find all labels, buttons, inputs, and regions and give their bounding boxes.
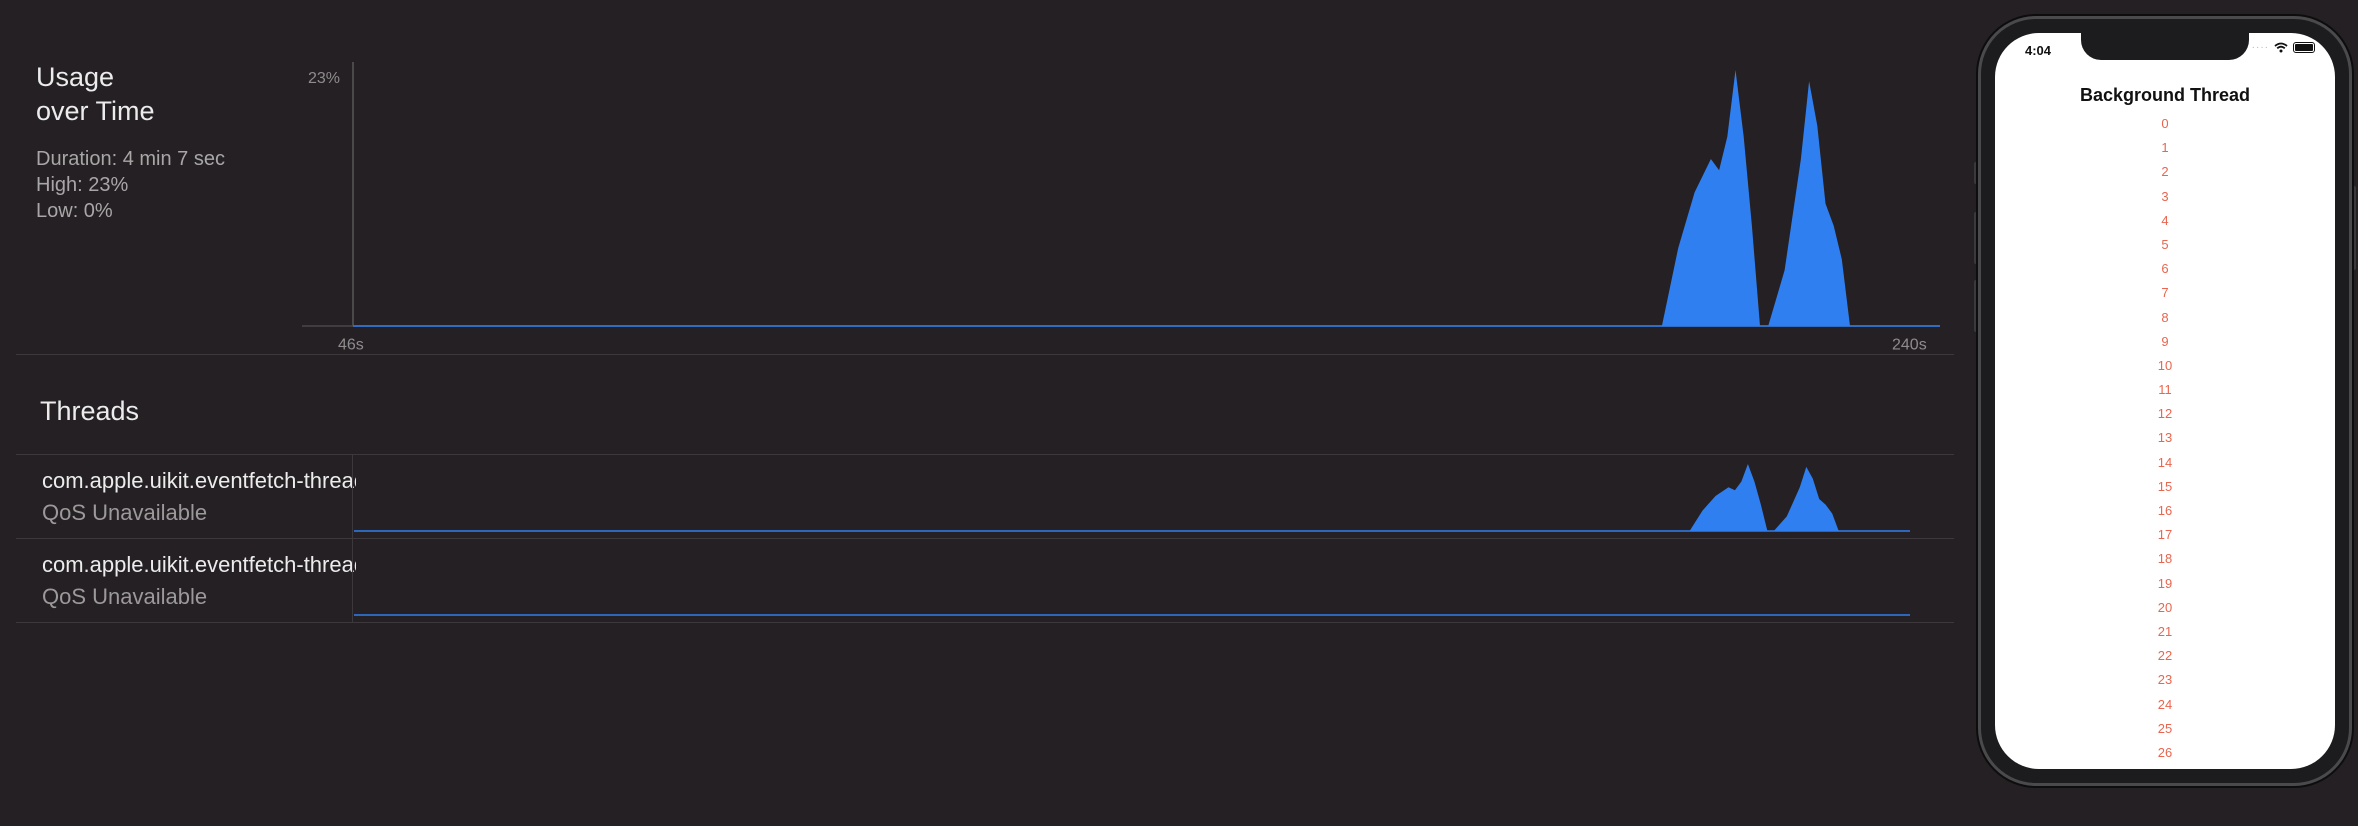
phone-screen: 4:04 ···· Background Thread 0 1 2 3 4 5 6 7 8 9 10… — [1995, 33, 2335, 769]
list-item[interactable]: 0 — [1995, 112, 2335, 136]
list-item[interactable]: 8 — [1995, 306, 2335, 330]
threads-title: Threads — [40, 396, 140, 426]
list-item[interactable]: 24 — [1995, 693, 2335, 717]
list-item[interactable]: 19 — [1995, 572, 2335, 596]
list-item[interactable]: 20 — [1995, 596, 2335, 620]
thread-name: com.apple.uikit.eventfetch-thread — [42, 552, 356, 577]
wifi-icon — [2274, 42, 2288, 53]
high-label: High: 23% — [36, 174, 129, 196]
usage-chart: 23% 46s 240s — [302, 62, 1940, 353]
list-item[interactable]: 10 — [1995, 354, 2335, 378]
list-item[interactable]: 12 — [1995, 402, 2335, 426]
y-max-tick-label: 23% — [308, 70, 340, 87]
usage-area-series — [353, 70, 1940, 326]
usage-stats: Duration: 4 min 7 sec High: 23% Low: 0% — [36, 146, 225, 224]
list-item[interactable]: 18 — [1995, 547, 2335, 571]
usage-title-line2: over Time — [36, 96, 155, 126]
thread-row-separator — [352, 454, 353, 538]
list-item[interactable]: 17 — [1995, 523, 2335, 547]
list-item[interactable]: 16 — [1995, 499, 2335, 523]
nav-title: Background Thread — [2079, 85, 2251, 105]
battery-icon — [2293, 42, 2315, 53]
signal-icon: ···· — [2251, 42, 2269, 53]
list-item[interactable]: 11 — [1995, 378, 2335, 402]
list-item[interactable]: 5 — [1995, 233, 2335, 257]
list-item[interactable]: 4 — [1995, 209, 2335, 233]
thread-activity-area — [354, 464, 1910, 531]
x-end-tick-label: 240s — [1892, 336, 1927, 353]
thread-activity-chart — [354, 614, 1910, 616]
status-time: 4:04 — [2025, 43, 2052, 58]
list-item[interactable]: 15 — [1995, 475, 2335, 499]
phone-notch — [2081, 33, 2249, 60]
status-icons: ···· — [2252, 42, 2315, 53]
list-item[interactable]: 21 — [1995, 620, 2335, 644]
thread-row[interactable]: com.apple.uikit.eventfetch-thread QoS Un… — [18, 454, 1954, 538]
list-item[interactable]: 1 — [1995, 136, 2335, 160]
section-divider — [16, 354, 1954, 355]
threads-divider-bottom — [16, 622, 1954, 623]
phone-frame: 4:04 ···· Background Thread 0 1 2 3 4 5 6 7 8 9 10… — [1978, 16, 2352, 786]
list-item[interactable]: 3 — [1995, 185, 2335, 209]
thread-row[interactable]: com.apple.uikit.eventfetch-thread QoS Un… — [18, 538, 1954, 622]
list-item[interactable]: 9 — [1995, 330, 2335, 354]
thread-qos: QoS Unavailable — [42, 500, 208, 525]
thread-name: com.apple.uikit.eventfetch-thread — [42, 468, 356, 493]
list-item[interactable]: 23 — [1995, 668, 2335, 692]
thread-row-separator — [352, 538, 353, 622]
x-start-tick-label: 46s — [338, 336, 364, 353]
usage-title-line1: Usage — [36, 62, 115, 92]
list-item[interactable]: 13 — [1995, 426, 2335, 450]
usage-over-time-title: Usage over Time — [36, 60, 155, 128]
list-item[interactable]: 22 — [1995, 644, 2335, 668]
list-item[interactable]: 25 — [1995, 717, 2335, 741]
list-item[interactable]: 26 — [1995, 741, 2335, 765]
thread-qos: QoS Unavailable — [42, 584, 208, 609]
duration-label: Duration: 4 min 7 sec — [36, 148, 225, 170]
number-list[interactable]: 0 1 2 3 4 5 6 7 8 9 10 11 12 13 14 15 16 17 18 19 20 21 22 23 24… — [1995, 112, 2335, 769]
low-label: Low: 0% — [36, 200, 113, 222]
thread-activity-chart — [354, 464, 1910, 532]
list-item[interactable]: 7 — [1995, 281, 2335, 305]
list-item[interactable]: 14 — [1995, 451, 2335, 475]
list-item[interactable]: 27 — [1995, 765, 2335, 769]
list-item[interactable]: 2 — [1995, 160, 2335, 184]
list-item[interactable]: 6 — [1995, 257, 2335, 281]
